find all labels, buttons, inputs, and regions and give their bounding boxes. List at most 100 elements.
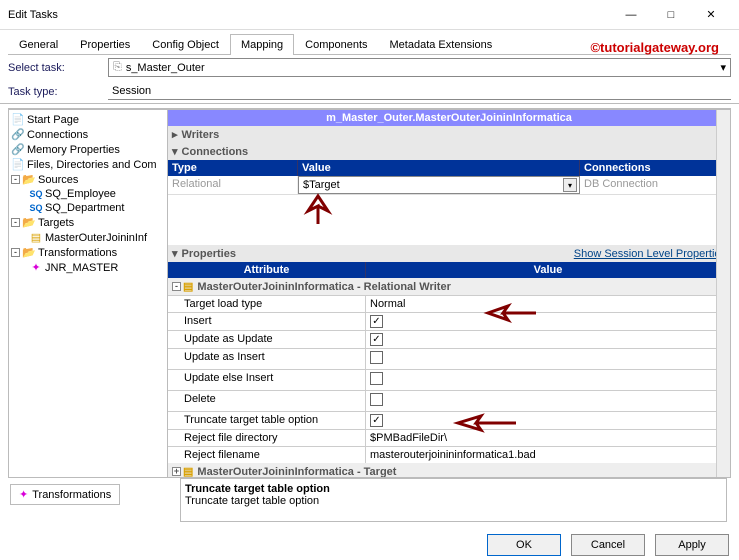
tab-metadata-extensions[interactable]: Metadata Extensions bbox=[379, 34, 504, 55]
vertical-scrollbar[interactable] bbox=[716, 110, 730, 477]
tree-label: Start Page bbox=[27, 114, 79, 126]
property-attribute: Reject filename bbox=[168, 447, 366, 463]
connections-row[interactable]: Relational $Target ▾ DB Connection bbox=[168, 176, 730, 195]
property-attribute: Target load type bbox=[168, 296, 366, 312]
tree-item-sq-department[interactable]: SQSQ_Department bbox=[11, 201, 165, 215]
collapse-icon[interactable]: ▾ bbox=[172, 247, 178, 260]
property-attribute: Update as Update bbox=[168, 331, 366, 348]
property-row[interactable]: Update else Insert bbox=[168, 369, 730, 390]
property-value[interactable]: Normal bbox=[366, 296, 730, 312]
tree-item-transformations[interactable]: -📂Transformations bbox=[11, 245, 165, 260]
property-row[interactable]: Update as Update ✓ bbox=[168, 330, 730, 348]
tree-item-files-directories-and-com[interactable]: 📄Files, Directories and Com bbox=[11, 157, 165, 172]
property-value[interactable] bbox=[366, 391, 730, 411]
property-row[interactable]: Reject filenamemasterouterjoinininformat… bbox=[168, 446, 730, 463]
select-task-row: Select task: ⎘ s_Master_Outer ▾ bbox=[0, 55, 739, 80]
checkbox[interactable]: ✓ bbox=[370, 333, 383, 346]
sq-icon: SQ bbox=[29, 203, 43, 213]
property-value[interactable]: ✓ bbox=[366, 412, 730, 429]
property-group-writer[interactable]: - ▤ MasterOuterJoininInformatica - Relat… bbox=[168, 278, 730, 295]
property-value[interactable]: $PMBadFileDir\ bbox=[366, 430, 730, 446]
conn-icon: 🔗 bbox=[11, 128, 25, 141]
mapping-header: m_Master_Outer.MasterOuterJoininInformat… bbox=[168, 110, 730, 126]
col-connections: Connections bbox=[580, 160, 730, 176]
tree-item-start-page[interactable]: 📄Start Page bbox=[11, 112, 165, 127]
nav-tree[interactable]: 📄Start Page🔗Connections🔗Memory Propertie… bbox=[8, 109, 168, 478]
dropdown-button[interactable]: ▾ bbox=[563, 178, 577, 192]
property-value[interactable]: ✓ bbox=[366, 331, 730, 348]
connections-header: Type Value Connections bbox=[168, 160, 730, 176]
checkbox[interactable]: ✓ bbox=[370, 315, 383, 328]
select-task-label: Select task: bbox=[8, 62, 108, 74]
property-row[interactable]: Insert ✓ bbox=[168, 312, 730, 330]
collapse-icon[interactable]: - bbox=[172, 282, 181, 291]
property-row[interactable]: Delete bbox=[168, 390, 730, 411]
collapse-icon[interactable]: ▾ bbox=[172, 145, 178, 158]
tab-mapping[interactable]: Mapping bbox=[230, 34, 294, 55]
properties-label: Properties bbox=[182, 248, 236, 260]
dialog-buttons: OK Cancel Apply bbox=[487, 534, 729, 556]
checkbox[interactable] bbox=[370, 351, 383, 364]
col-type: Type bbox=[168, 160, 298, 176]
property-attribute: Reject file directory bbox=[168, 430, 366, 446]
property-group-target[interactable]: + ▤ MasterOuterJoininInformatica - Targe… bbox=[168, 463, 730, 478]
tab-config-object[interactable]: Config Object bbox=[141, 34, 230, 55]
description-title: Truncate target table option bbox=[185, 483, 722, 495]
folder-icon: 📂 bbox=[22, 246, 36, 259]
close-button[interactable]: ✕ bbox=[691, 0, 731, 30]
property-attribute: Insert bbox=[168, 313, 366, 330]
checkbox[interactable]: ✓ bbox=[370, 414, 383, 427]
tree-label: SQ_Employee bbox=[45, 188, 116, 200]
property-value[interactable]: ✓ bbox=[366, 313, 730, 330]
property-value[interactable] bbox=[366, 349, 730, 369]
minimize-button[interactable]: — bbox=[611, 0, 651, 30]
tab-components[interactable]: Components bbox=[294, 34, 378, 55]
col-value: Value bbox=[366, 262, 730, 278]
collapse-icon[interactable]: - bbox=[11, 248, 20, 257]
tgt-icon: ▤ bbox=[29, 231, 43, 244]
expand-icon[interactable]: + bbox=[172, 467, 181, 476]
content: 📄Start Page🔗Connections🔗Memory Propertie… bbox=[8, 108, 731, 478]
tree-item-masterouterjoinininf[interactable]: ▤MasterOuterJoininInf bbox=[11, 230, 165, 245]
tree-item-targets[interactable]: -📂Targets bbox=[11, 215, 165, 230]
apply-button[interactable]: Apply bbox=[655, 534, 729, 556]
tree-item-connections[interactable]: 🔗Connections bbox=[11, 127, 165, 142]
tab-general[interactable]: General bbox=[8, 34, 69, 55]
conn-value-cell[interactable]: $Target ▾ bbox=[298, 176, 580, 194]
description-box: Truncate target table option Truncate ta… bbox=[180, 478, 727, 522]
property-value[interactable]: masterouterjoinininformatica1.bad bbox=[366, 447, 730, 463]
ok-button[interactable]: OK bbox=[487, 534, 561, 556]
property-attribute: Truncate target table option bbox=[168, 412, 366, 429]
footer-tab-transformations[interactable]: ✦ Transformations bbox=[10, 484, 120, 505]
checkbox[interactable] bbox=[370, 393, 383, 406]
tree-item-sq-employee[interactable]: SQSQ_Employee bbox=[11, 187, 165, 201]
description-body: Truncate target table option bbox=[185, 495, 722, 507]
collapse-icon[interactable]: - bbox=[11, 175, 20, 184]
connections-section: ▾ Connections bbox=[168, 143, 730, 160]
property-row[interactable]: Target load typeNormal bbox=[168, 295, 730, 312]
property-attribute: Delete bbox=[168, 391, 366, 411]
property-row[interactable]: Reject file directory$PMBadFileDir\ bbox=[168, 429, 730, 446]
select-task-dropdown[interactable]: ⎘ s_Master_Outer ▾ bbox=[108, 58, 731, 77]
property-row[interactable]: Truncate target table option ✓ bbox=[168, 411, 730, 429]
collapse-icon[interactable]: - bbox=[11, 218, 20, 227]
expand-icon[interactable]: ▸ bbox=[172, 128, 178, 141]
tree-item-jnr-master[interactable]: ✦JNR_MASTER bbox=[11, 260, 165, 275]
tab-properties[interactable]: Properties bbox=[69, 34, 141, 55]
task-type-field: Session bbox=[108, 83, 731, 100]
group-label: MasterOuterJoininInformatica - Relationa… bbox=[197, 281, 450, 293]
col-attribute: Attribute bbox=[168, 262, 366, 278]
checkbox[interactable] bbox=[370, 372, 383, 385]
doc-icon: 📄 bbox=[11, 113, 25, 126]
cancel-button[interactable]: Cancel bbox=[571, 534, 645, 556]
property-value[interactable] bbox=[366, 370, 730, 390]
writers-label: Writers bbox=[182, 129, 220, 141]
tree-item-sources[interactable]: -📂Sources bbox=[11, 172, 165, 187]
col-value: Value bbox=[298, 160, 580, 176]
properties-section: ▾ Properties Show Session Level Properti… bbox=[168, 245, 730, 262]
tree-item-memory-properties[interactable]: 🔗Memory Properties bbox=[11, 142, 165, 157]
session-level-link[interactable]: Show Session Level Properties bbox=[574, 248, 726, 260]
connections-label: Connections bbox=[182, 146, 249, 158]
maximize-button[interactable]: □ bbox=[651, 0, 691, 30]
property-row[interactable]: Update as Insert bbox=[168, 348, 730, 369]
